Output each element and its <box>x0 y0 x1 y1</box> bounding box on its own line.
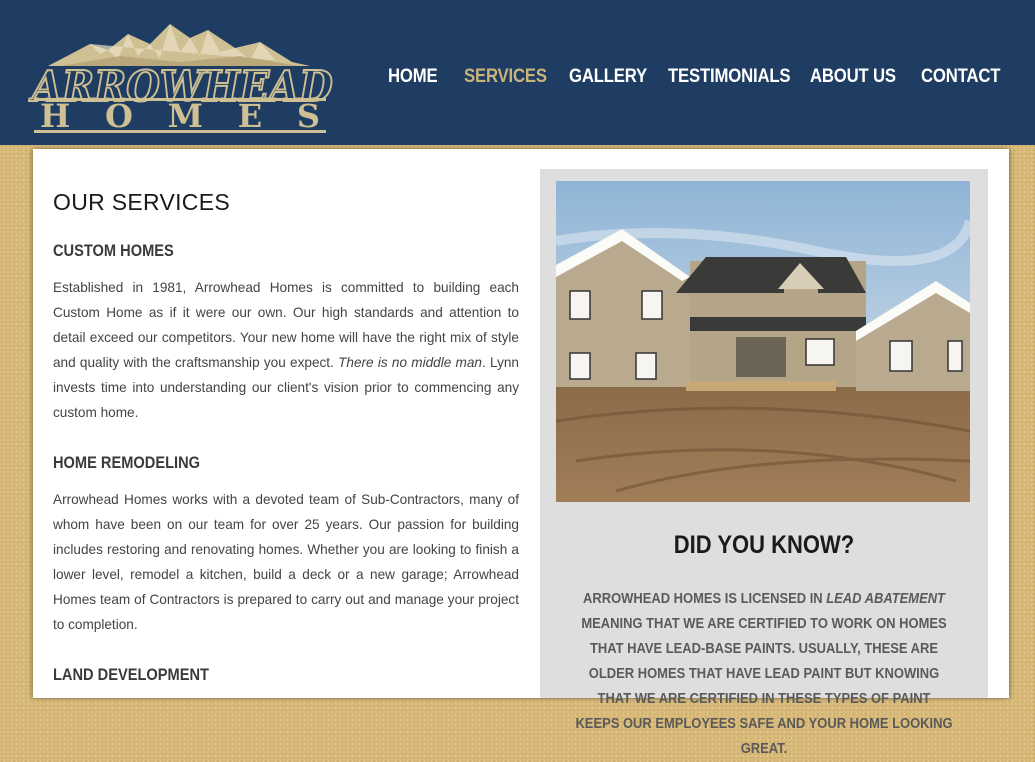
custom-homes-text: Established in 1981, Arrowhead Homes is … <box>53 275 519 425</box>
custom-homes-emphasis: There is no middle man <box>338 355 482 370</box>
brand-subtitle: H O M E S <box>34 100 326 132</box>
nav-services[interactable]: SERVICES <box>464 66 547 88</box>
logo-rule-bottom <box>34 130 326 133</box>
section-title-home-remodeling: HOME REMODELING <box>53 453 201 472</box>
content-panel: OUR SERVICES CUSTOM HOMES Established in… <box>33 149 1009 757</box>
nav-home[interactable]: HOME <box>388 66 438 88</box>
home-remodeling-text: Arrowhead Homes works with a devoted tea… <box>53 492 519 632</box>
section-title-custom-homes: CUSTOM HOMES <box>53 241 174 260</box>
nav-contact[interactable]: CONTACT <box>921 66 1000 88</box>
brand-letter: M <box>167 97 203 135</box>
page-title: OUR SERVICES <box>53 189 230 215</box>
did-you-know-text-part: Arrowhead Homes is licensed in <box>583 591 827 607</box>
did-you-know-text: Arrowhead Homes is licensed in Lead Abat… <box>575 587 953 762</box>
brand-letter: H <box>40 97 71 135</box>
nav-testimonials[interactable]: TESTIMONIALS <box>668 66 791 88</box>
brand-letter: S <box>296 97 320 135</box>
did-you-know-text-part: meaning that we are certified to work on… <box>575 616 953 757</box>
house-photo-icon <box>556 181 970 502</box>
did-you-know-panel: DID YOU KNOW? Arrowhead Homes is license… <box>540 169 988 757</box>
house-photo <box>556 181 970 502</box>
nav-about-us[interactable]: ABOUT US <box>810 66 896 88</box>
did-you-know-emphasis: Lead Abatement <box>826 591 945 607</box>
site-header: ARROWHEAD H O M E S HOME SERVICES GALLER… <box>0 0 1035 145</box>
brand-letter: E <box>237 97 263 135</box>
did-you-know-title: DID YOU KNOW? <box>673 531 855 559</box>
nav-gallery[interactable]: GALLERY <box>569 66 647 88</box>
arrowhead-homes-logo[interactable]: ARROWHEAD H O M E S <box>30 16 334 136</box>
section-title-land-development: LAND DEVELOPMENT <box>53 665 209 684</box>
brand-letter: O <box>104 97 133 135</box>
